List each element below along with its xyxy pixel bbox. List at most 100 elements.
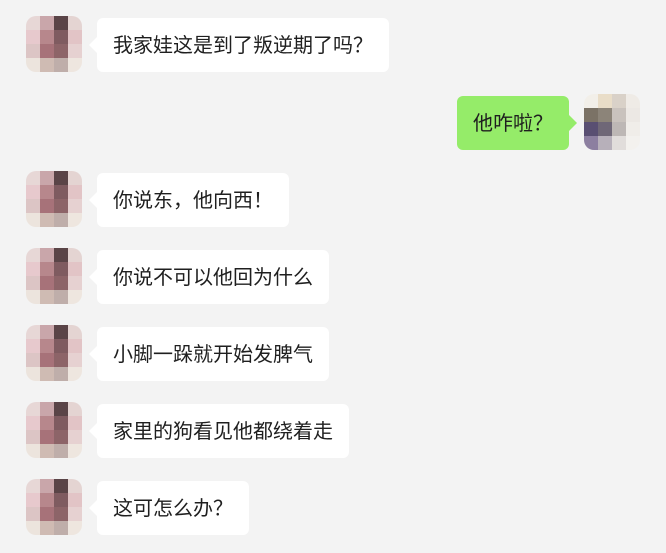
avatar-pixel [54, 199, 68, 213]
avatar-pixel [26, 16, 40, 30]
avatar-pixel [598, 122, 612, 136]
message-bubble[interactable]: 你说东，他向西！ [89, 173, 289, 227]
avatar-pixel [40, 353, 54, 367]
avatar-pixel [68, 507, 82, 521]
avatar-pixel [54, 16, 68, 30]
avatar-pixel [68, 339, 82, 353]
contact-avatar[interactable] [26, 248, 82, 304]
avatar-pixel [26, 30, 40, 44]
avatar-pixel [68, 353, 82, 367]
avatar-pixel [54, 290, 68, 304]
avatar-pixel [68, 416, 82, 430]
contact-avatar[interactable] [26, 479, 82, 535]
avatar-pixel [26, 44, 40, 58]
avatar-pixel [598, 108, 612, 122]
message-row: 你说不可以他回为什么 [0, 244, 666, 304]
avatar-pixel [54, 262, 68, 276]
avatar-pixel [68, 44, 82, 58]
avatar-pixel [68, 367, 82, 381]
avatar-pixel [68, 479, 82, 493]
avatar-pixel [612, 94, 626, 108]
avatar-pixel [40, 262, 54, 276]
avatar-pixel [598, 136, 612, 150]
avatar-pixel [26, 353, 40, 367]
avatar-pixel [626, 136, 640, 150]
avatar-pixel [54, 171, 68, 185]
contact-avatar[interactable] [26, 171, 82, 227]
contact-avatar[interactable] [26, 402, 82, 458]
avatar-pixel [54, 507, 68, 521]
avatar-pixel [612, 122, 626, 136]
avatar-pixel [40, 30, 54, 44]
avatar-pixel [612, 108, 626, 122]
avatar-pixel [68, 444, 82, 458]
avatar-pixel [40, 493, 54, 507]
avatar-pixel [40, 44, 54, 58]
avatar-pixel [26, 521, 40, 535]
message-bubble[interactable]: 家里的狗看见他都绕着走 [89, 404, 349, 458]
message-bubble[interactable]: 这可怎么办？ [89, 481, 249, 535]
avatar-pixel [626, 108, 640, 122]
avatar-pixel [40, 521, 54, 535]
avatar-pixel [26, 430, 40, 444]
avatar-pixel [68, 262, 82, 276]
avatar-pixel [26, 58, 40, 72]
avatar-pixel [54, 339, 68, 353]
avatar-pixel [40, 276, 54, 290]
avatar-pixel [40, 58, 54, 72]
avatar-pixel [26, 213, 40, 227]
message-bubble[interactable]: 他咋啦？ [457, 96, 577, 150]
avatar-pixel [68, 16, 82, 30]
avatar-pixel [68, 199, 82, 213]
avatar-pixel [40, 367, 54, 381]
message-bubble[interactable]: 你说不可以他回为什么 [89, 250, 329, 304]
contact-avatar[interactable] [26, 16, 82, 72]
avatar-pixel [26, 367, 40, 381]
avatar-pixel [626, 94, 640, 108]
avatar-pixel [26, 185, 40, 199]
message-row: 这可怎么办？ [0, 475, 666, 535]
avatar-pixel [68, 402, 82, 416]
avatar-pixel [40, 199, 54, 213]
avatar-pixel [68, 290, 82, 304]
message-row: 他咋啦？ [0, 90, 666, 150]
avatar-pixel [54, 30, 68, 44]
avatar-pixel [68, 171, 82, 185]
message-bubble[interactable]: 小脚一跺就开始发脾气 [89, 327, 329, 381]
avatar-pixel [68, 325, 82, 339]
avatar-pixel [40, 248, 54, 262]
avatar-pixel [584, 108, 598, 122]
contact-avatar[interactable] [26, 325, 82, 381]
avatar-pixel [26, 402, 40, 416]
avatar-pixel [26, 262, 40, 276]
avatar-pixel [54, 325, 68, 339]
avatar-pixel [54, 367, 68, 381]
avatar-pixel [54, 416, 68, 430]
avatar-pixel [68, 185, 82, 199]
avatar-pixel [26, 171, 40, 185]
avatar-pixel [584, 94, 598, 108]
avatar-pixel [26, 444, 40, 458]
avatar-pixel [26, 479, 40, 493]
avatar-pixel [40, 444, 54, 458]
avatar-pixel [40, 325, 54, 339]
avatar-pixel [68, 248, 82, 262]
avatar-pixel [68, 493, 82, 507]
avatar-pixel [40, 479, 54, 493]
avatar-pixel [54, 58, 68, 72]
avatar-pixel [26, 248, 40, 262]
message-bubble[interactable]: 我家娃这是到了叛逆期了吗？ [89, 18, 389, 72]
avatar-pixel [68, 30, 82, 44]
avatar-pixel [40, 416, 54, 430]
avatar-pixel [54, 248, 68, 262]
avatar-pixel [40, 16, 54, 30]
avatar-pixel [68, 213, 82, 227]
avatar-pixel [54, 430, 68, 444]
avatar-pixel [54, 402, 68, 416]
self-avatar[interactable] [584, 94, 640, 150]
avatar-pixel [40, 185, 54, 199]
avatar-pixel [26, 339, 40, 353]
avatar-pixel [54, 493, 68, 507]
avatar-pixel [26, 493, 40, 507]
avatar-pixel [54, 44, 68, 58]
